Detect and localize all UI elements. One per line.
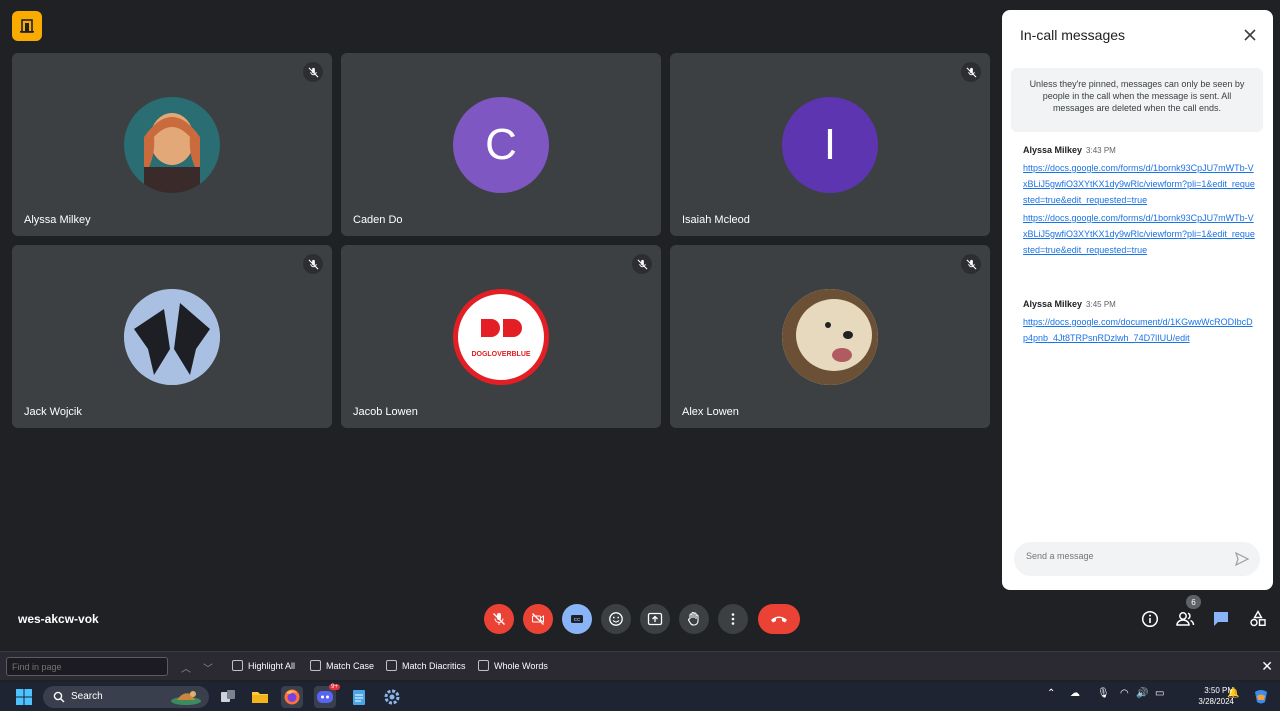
highlight-all-checkbox[interactable]: Highlight All <box>232 660 295 671</box>
firefox-icon[interactable] <box>281 686 303 708</box>
find-next-icon[interactable]: ﹀ <box>203 660 213 675</box>
notification-badge: 9+ <box>329 684 340 690</box>
participant-tile[interactable]: Alyssa Milkey <box>12 53 332 236</box>
chat-message: Alyssa Milkey 3:45 PM https://docs.google… <box>1023 294 1257 346</box>
close-icon[interactable]: ✕ <box>1261 658 1273 675</box>
participant-tile[interactable]: I Isaiah Mcleod <box>670 53 990 236</box>
message-time: 3:45 PM <box>1086 300 1116 309</box>
message-link[interactable]: https://docs.google.com/document/d/1KGww… <box>1023 314 1257 346</box>
participant-name: Jacob Lowen <box>353 406 418 418</box>
wifi-icon[interactable]: ◠ <box>1120 688 1129 699</box>
participant-avatar <box>782 289 878 385</box>
discord-icon[interactable]: 9+ <box>314 684 340 708</box>
people-icon[interactable] <box>1174 608 1196 630</box>
logo-text: DOGLOVERBLUE <box>471 351 531 358</box>
participant-name: Alex Lowen <box>682 406 739 418</box>
mic-toggle-button[interactable] <box>484 604 514 634</box>
find-input[interactable] <box>6 657 168 676</box>
message-composer <box>1014 542 1260 576</box>
meeting-code: wes-akcw-vok <box>18 612 99 626</box>
notification-bell-icon[interactable]: 🔔 <box>1227 688 1239 699</box>
meeting-info-icon[interactable] <box>1139 608 1161 630</box>
present-screen-button[interactable] <box>640 604 670 634</box>
close-icon[interactable] <box>1241 26 1259 44</box>
message-link[interactable]: https://docs.google.com/forms/d/1bornk93… <box>1023 160 1257 208</box>
chat-icon[interactable] <box>1210 608 1232 630</box>
copilot-icon[interactable] <box>1250 686 1272 708</box>
mic-off-icon <box>303 254 323 274</box>
camera-toggle-button[interactable] <box>523 604 553 634</box>
more-options-button[interactable] <box>718 604 748 634</box>
settings-gear-icon[interactable] <box>381 686 403 708</box>
participant-tile[interactable]: Alex Lowen <box>670 245 990 428</box>
windows-start-icon[interactable] <box>13 686 35 708</box>
speaker-icon[interactable]: 🔊 <box>1136 688 1148 699</box>
meet-logo-icon <box>12 11 42 41</box>
find-in-page-bar: ︿ ﹀ Highlight All Match Case Match Diacr… <box>0 651 1280 680</box>
message-time: 3:43 PM <box>1086 146 1116 155</box>
raise-hand-button[interactable] <box>679 604 709 634</box>
whole-words-checkbox[interactable]: Whole Words <box>478 660 548 671</box>
participant-name: Jack Wojcik <box>24 406 82 418</box>
participant-tile[interactable]: C Caden Do <box>341 53 661 236</box>
send-icon[interactable] <box>1234 551 1250 572</box>
emoji-reaction-button[interactable] <box>601 604 631 634</box>
cloud-off-icon[interactable]: ☁ <box>1070 688 1080 699</box>
file-explorer-icon[interactable] <box>249 686 271 708</box>
message-header: Alyssa Milkey 3:45 PM <box>1023 294 1257 312</box>
captions-button[interactable]: CC <box>562 604 592 634</box>
mic-off-icon <box>961 62 981 82</box>
participant-avatar: DOGLOVERBLUE <box>453 289 549 385</box>
task-view-icon[interactable] <box>217 686 239 708</box>
search-icon <box>53 691 65 703</box>
activities-icon[interactable] <box>1247 608 1269 630</box>
taskbar: Search 9+ ⌃ ☁ 🎙 ◠ 🔊 ▭ 3:50 PM 3/28/2024 … <box>0 682 1280 711</box>
option-label: Highlight All <box>248 660 296 671</box>
mic-off-icon <box>961 254 981 274</box>
participant-name: Caden Do <box>353 214 403 226</box>
people-count-badge: 6 <box>1186 595 1201 609</box>
chat-notice: Unless they're pinned, messages can only… <box>1011 68 1263 132</box>
mic-off-icon <box>632 254 652 274</box>
participant-tile[interactable]: Jack Wojcik <box>12 245 332 428</box>
svg-text:CC: CC <box>574 617 581 622</box>
chat-message: Alyssa Milkey 3:43 PM https://docs.google… <box>1023 140 1257 258</box>
participant-avatar <box>124 97 220 193</box>
leave-call-button[interactable] <box>758 604 800 634</box>
participant-name: Alyssa Milkey <box>24 214 91 226</box>
microphone-icon[interactable]: 🎙 <box>1097 688 1110 699</box>
participant-avatar: C <box>453 97 549 193</box>
option-label: Match Case <box>326 660 375 671</box>
chevron-up-icon[interactable]: ⌃ <box>1047 688 1055 699</box>
notepad-icon[interactable] <box>348 686 370 708</box>
participant-avatar: I <box>782 97 878 193</box>
message-sender: Alyssa Milkey <box>1023 299 1083 309</box>
message-header: Alyssa Milkey 3:43 PM <box>1023 140 1257 158</box>
message-input[interactable] <box>1026 551 1226 561</box>
chat-panel: In-call messages Unless they're pinned, … <box>1002 10 1273 590</box>
find-previous-icon[interactable]: ︿ <box>181 660 191 675</box>
match-case-checkbox[interactable]: Match Case <box>310 660 374 671</box>
participant-tile[interactable]: DOGLOVERBLUE Jacob Lowen <box>341 245 661 428</box>
option-label: Whole Words <box>494 660 548 671</box>
chat-panel-title: In-call messages <box>1020 27 1126 43</box>
battery-icon[interactable]: ▭ <box>1155 688 1164 699</box>
search-highlight-icon <box>171 691 201 705</box>
participant-name: Isaiah Mcleod <box>682 214 750 226</box>
search-label: Search <box>71 691 103 702</box>
taskbar-search[interactable]: Search <box>43 686 209 708</box>
message-link[interactable]: https://docs.google.com/forms/d/1bornk93… <box>1023 210 1257 258</box>
mic-off-icon <box>303 62 323 82</box>
option-label: Match Diacritics <box>402 660 466 671</box>
match-diacritics-checkbox[interactable]: Match Diacritics <box>386 660 466 671</box>
message-sender: Alyssa Milkey <box>1023 145 1083 155</box>
participant-avatar <box>124 289 220 385</box>
